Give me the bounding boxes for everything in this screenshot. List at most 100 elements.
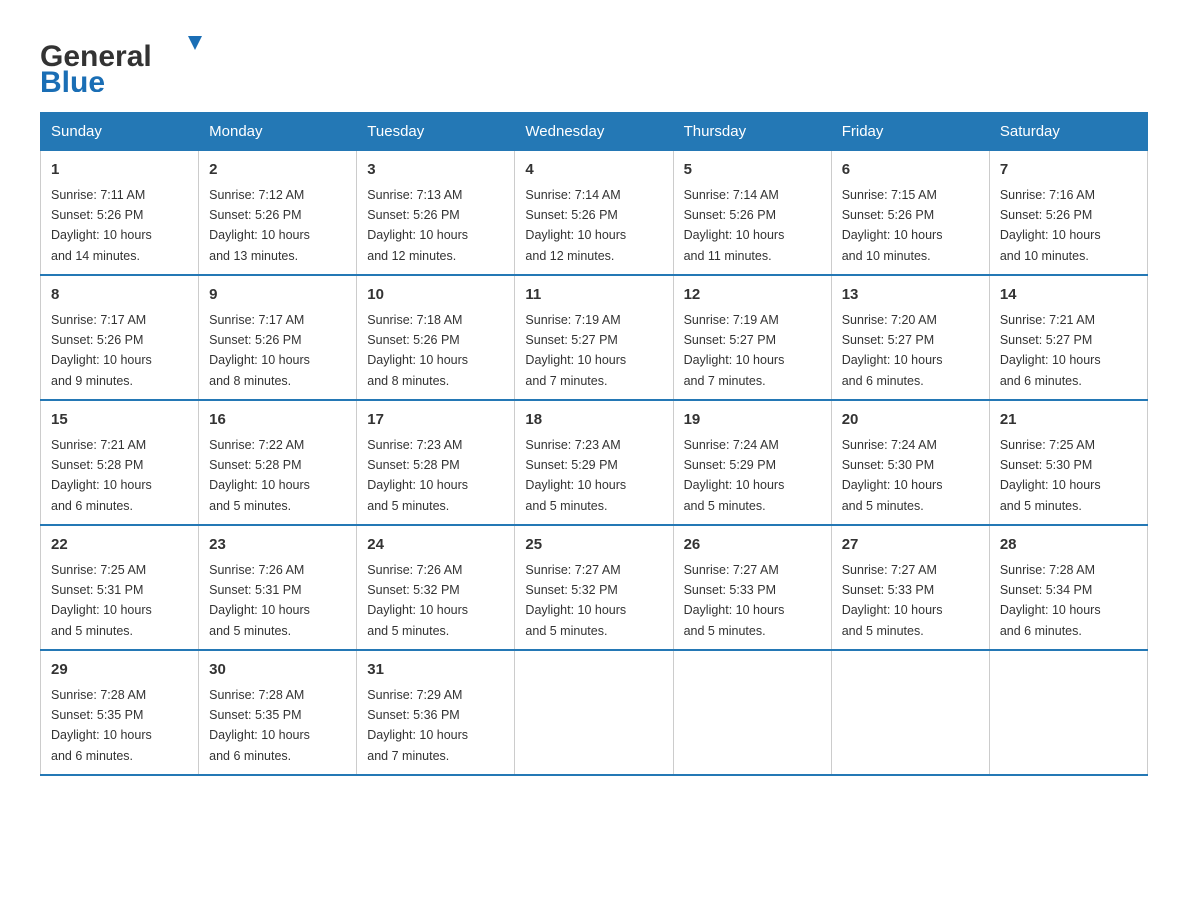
- day-number: 20: [842, 409, 979, 432]
- day-info: Sunrise: 7:23 AMSunset: 5:28 PMDaylight:…: [367, 438, 468, 513]
- day-cell: 4 Sunrise: 7:14 AMSunset: 5:26 PMDayligh…: [515, 151, 673, 276]
- day-cell: [989, 650, 1147, 775]
- day-number: 27: [842, 534, 979, 557]
- week-row-1: 1 Sunrise: 7:11 AMSunset: 5:26 PMDayligh…: [41, 151, 1148, 276]
- week-row-5: 29 Sunrise: 7:28 AMSunset: 5:35 PMDaylig…: [41, 650, 1148, 775]
- day-cell: [515, 650, 673, 775]
- day-info: Sunrise: 7:29 AMSunset: 5:36 PMDaylight:…: [367, 688, 468, 763]
- day-info: Sunrise: 7:28 AMSunset: 5:35 PMDaylight:…: [51, 688, 152, 763]
- day-cell: 22 Sunrise: 7:25 AMSunset: 5:31 PMDaylig…: [41, 525, 199, 650]
- day-cell: 7 Sunrise: 7:16 AMSunset: 5:26 PMDayligh…: [989, 151, 1147, 276]
- day-number: 4: [525, 159, 662, 182]
- day-info: Sunrise: 7:27 AMSunset: 5:33 PMDaylight:…: [684, 563, 785, 638]
- day-cell: [831, 650, 989, 775]
- day-info: Sunrise: 7:15 AMSunset: 5:26 PMDaylight:…: [842, 188, 943, 263]
- svg-text:Blue: Blue: [40, 66, 105, 92]
- day-cell: 6 Sunrise: 7:15 AMSunset: 5:26 PMDayligh…: [831, 151, 989, 276]
- day-number: 21: [1000, 409, 1137, 432]
- day-cell: 12 Sunrise: 7:19 AMSunset: 5:27 PMDaylig…: [673, 275, 831, 400]
- day-cell: 26 Sunrise: 7:27 AMSunset: 5:33 PMDaylig…: [673, 525, 831, 650]
- day-number: 28: [1000, 534, 1137, 557]
- day-info: Sunrise: 7:27 AMSunset: 5:33 PMDaylight:…: [842, 563, 943, 638]
- day-info: Sunrise: 7:24 AMSunset: 5:30 PMDaylight:…: [842, 438, 943, 513]
- day-number: 3: [367, 159, 504, 182]
- day-number: 11: [525, 284, 662, 307]
- week-row-3: 15 Sunrise: 7:21 AMSunset: 5:28 PMDaylig…: [41, 400, 1148, 525]
- day-info: Sunrise: 7:24 AMSunset: 5:29 PMDaylight:…: [684, 438, 785, 513]
- calendar-body: 1 Sunrise: 7:11 AMSunset: 5:26 PMDayligh…: [41, 151, 1148, 776]
- day-info: Sunrise: 7:25 AMSunset: 5:31 PMDaylight:…: [51, 563, 152, 638]
- day-number: 23: [209, 534, 346, 557]
- day-number: 31: [367, 659, 504, 682]
- day-info: Sunrise: 7:14 AMSunset: 5:26 PMDaylight:…: [525, 188, 626, 263]
- day-info: Sunrise: 7:13 AMSunset: 5:26 PMDaylight:…: [367, 188, 468, 263]
- day-cell: 19 Sunrise: 7:24 AMSunset: 5:29 PMDaylig…: [673, 400, 831, 525]
- day-info: Sunrise: 7:25 AMSunset: 5:30 PMDaylight:…: [1000, 438, 1101, 513]
- day-number: 30: [209, 659, 346, 682]
- day-info: Sunrise: 7:21 AMSunset: 5:27 PMDaylight:…: [1000, 313, 1101, 388]
- day-number: 16: [209, 409, 346, 432]
- day-info: Sunrise: 7:19 AMSunset: 5:27 PMDaylight:…: [525, 313, 626, 388]
- header-cell-wednesday: Wednesday: [515, 113, 673, 151]
- day-cell: 18 Sunrise: 7:23 AMSunset: 5:29 PMDaylig…: [515, 400, 673, 525]
- day-cell: 9 Sunrise: 7:17 AMSunset: 5:26 PMDayligh…: [199, 275, 357, 400]
- day-info: Sunrise: 7:23 AMSunset: 5:29 PMDaylight:…: [525, 438, 626, 513]
- day-cell: 23 Sunrise: 7:26 AMSunset: 5:31 PMDaylig…: [199, 525, 357, 650]
- day-cell: 1 Sunrise: 7:11 AMSunset: 5:26 PMDayligh…: [41, 151, 199, 276]
- header-cell-tuesday: Tuesday: [357, 113, 515, 151]
- day-number: 14: [1000, 284, 1137, 307]
- day-cell: 14 Sunrise: 7:21 AMSunset: 5:27 PMDaylig…: [989, 275, 1147, 400]
- day-number: 9: [209, 284, 346, 307]
- day-number: 5: [684, 159, 821, 182]
- header-cell-friday: Friday: [831, 113, 989, 151]
- day-info: Sunrise: 7:14 AMSunset: 5:26 PMDaylight:…: [684, 188, 785, 263]
- day-number: 24: [367, 534, 504, 557]
- day-number: 29: [51, 659, 188, 682]
- day-cell: 11 Sunrise: 7:19 AMSunset: 5:27 PMDaylig…: [515, 275, 673, 400]
- day-cell: 25 Sunrise: 7:27 AMSunset: 5:32 PMDaylig…: [515, 525, 673, 650]
- day-info: Sunrise: 7:17 AMSunset: 5:26 PMDaylight:…: [51, 313, 152, 388]
- calendar-header: SundayMondayTuesdayWednesdayThursdayFrid…: [41, 113, 1148, 151]
- day-number: 10: [367, 284, 504, 307]
- day-cell: 29 Sunrise: 7:28 AMSunset: 5:35 PMDaylig…: [41, 650, 199, 775]
- header-cell-saturday: Saturday: [989, 113, 1147, 151]
- day-number: 1: [51, 159, 188, 182]
- page-header: General Blue: [40, 30, 1148, 92]
- day-info: Sunrise: 7:16 AMSunset: 5:26 PMDaylight:…: [1000, 188, 1101, 263]
- logo-svg: General Blue: [40, 30, 205, 92]
- day-cell: 3 Sunrise: 7:13 AMSunset: 5:26 PMDayligh…: [357, 151, 515, 276]
- day-number: 25: [525, 534, 662, 557]
- day-info: Sunrise: 7:12 AMSunset: 5:26 PMDaylight:…: [209, 188, 310, 263]
- week-row-2: 8 Sunrise: 7:17 AMSunset: 5:26 PMDayligh…: [41, 275, 1148, 400]
- day-cell: [673, 650, 831, 775]
- day-cell: 10 Sunrise: 7:18 AMSunset: 5:26 PMDaylig…: [357, 275, 515, 400]
- day-info: Sunrise: 7:28 AMSunset: 5:35 PMDaylight:…: [209, 688, 310, 763]
- day-number: 12: [684, 284, 821, 307]
- day-info: Sunrise: 7:26 AMSunset: 5:32 PMDaylight:…: [367, 563, 468, 638]
- logo: General Blue: [40, 30, 205, 92]
- day-info: Sunrise: 7:17 AMSunset: 5:26 PMDaylight:…: [209, 313, 310, 388]
- day-info: Sunrise: 7:22 AMSunset: 5:28 PMDaylight:…: [209, 438, 310, 513]
- day-number: 15: [51, 409, 188, 432]
- day-info: Sunrise: 7:11 AMSunset: 5:26 PMDaylight:…: [51, 188, 152, 263]
- day-cell: 28 Sunrise: 7:28 AMSunset: 5:34 PMDaylig…: [989, 525, 1147, 650]
- day-cell: 31 Sunrise: 7:29 AMSunset: 5:36 PMDaylig…: [357, 650, 515, 775]
- header-cell-sunday: Sunday: [41, 113, 199, 151]
- day-cell: 15 Sunrise: 7:21 AMSunset: 5:28 PMDaylig…: [41, 400, 199, 525]
- header-cell-monday: Monday: [199, 113, 357, 151]
- day-cell: 17 Sunrise: 7:23 AMSunset: 5:28 PMDaylig…: [357, 400, 515, 525]
- header-row: SundayMondayTuesdayWednesdayThursdayFrid…: [41, 113, 1148, 151]
- calendar-table: SundayMondayTuesdayWednesdayThursdayFrid…: [40, 112, 1148, 776]
- day-info: Sunrise: 7:27 AMSunset: 5:32 PMDaylight:…: [525, 563, 626, 638]
- day-number: 6: [842, 159, 979, 182]
- day-info: Sunrise: 7:19 AMSunset: 5:27 PMDaylight:…: [684, 313, 785, 388]
- day-cell: 27 Sunrise: 7:27 AMSunset: 5:33 PMDaylig…: [831, 525, 989, 650]
- day-info: Sunrise: 7:21 AMSunset: 5:28 PMDaylight:…: [51, 438, 152, 513]
- day-number: 8: [51, 284, 188, 307]
- day-number: 18: [525, 409, 662, 432]
- day-info: Sunrise: 7:20 AMSunset: 5:27 PMDaylight:…: [842, 313, 943, 388]
- day-cell: 2 Sunrise: 7:12 AMSunset: 5:26 PMDayligh…: [199, 151, 357, 276]
- day-cell: 13 Sunrise: 7:20 AMSunset: 5:27 PMDaylig…: [831, 275, 989, 400]
- day-cell: 20 Sunrise: 7:24 AMSunset: 5:30 PMDaylig…: [831, 400, 989, 525]
- day-number: 26: [684, 534, 821, 557]
